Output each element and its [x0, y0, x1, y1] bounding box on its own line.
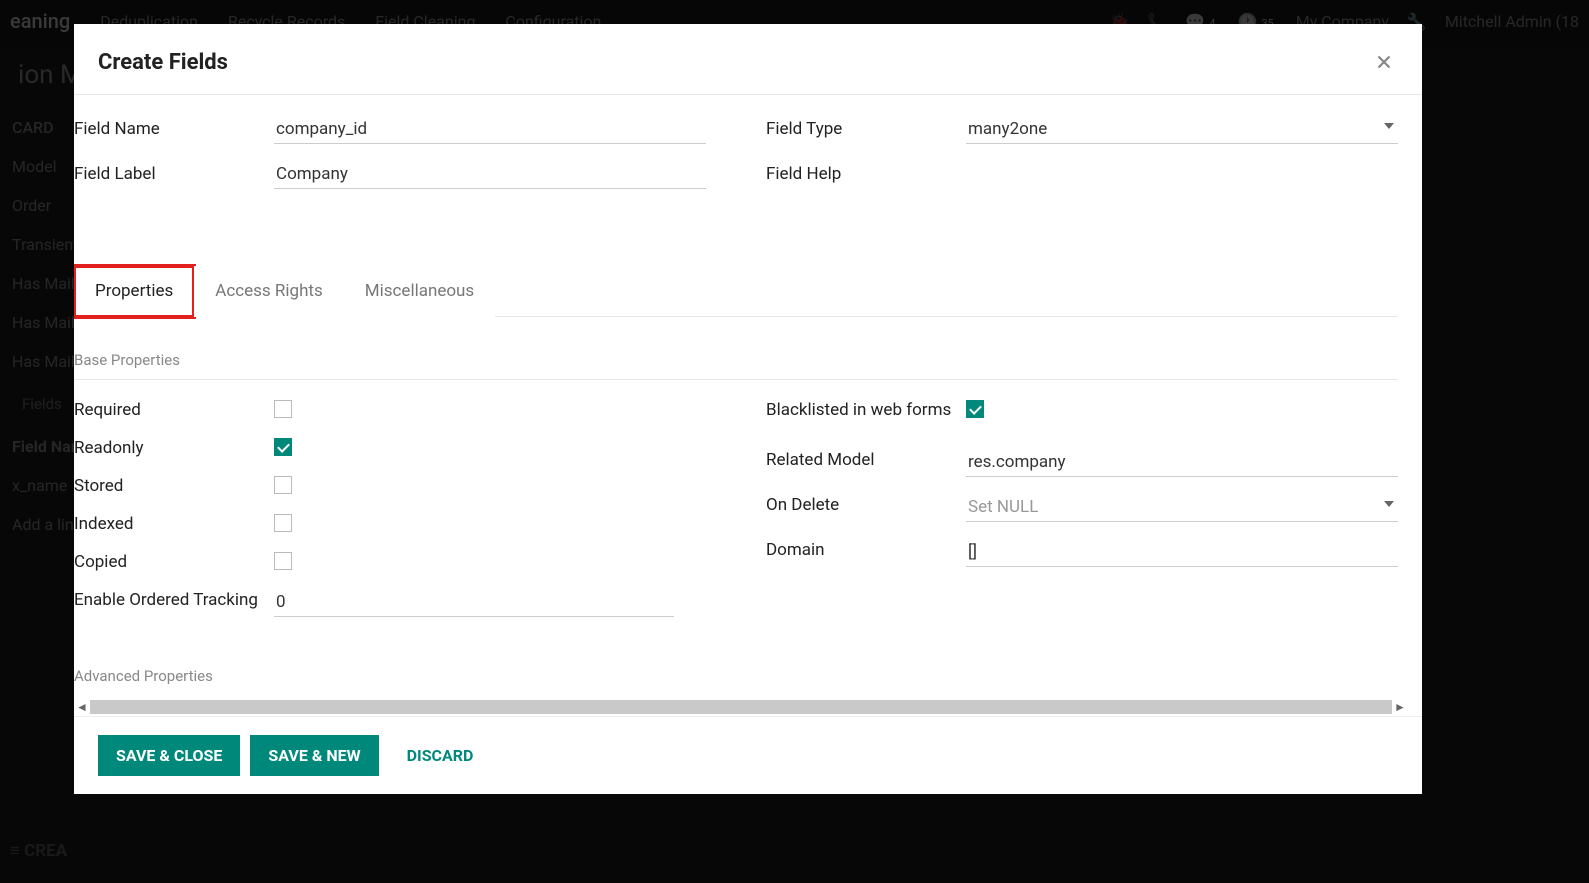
domain-input[interactable] [966, 538, 1398, 567]
on-delete-label: On Delete [766, 493, 966, 515]
save-close-button[interactable]: SAVE & CLOSE [98, 735, 240, 776]
horizontal-scrollbar[interactable]: ◄ ► [74, 698, 1408, 716]
stored-checkbox[interactable] [274, 476, 292, 494]
blacklisted-label: Blacklisted in web forms [766, 398, 966, 420]
modal-body: Field Name Field Label Field Type many2o… [74, 95, 1422, 716]
field-label-input[interactable] [274, 160, 706, 189]
field-name-label: Field Name [74, 115, 274, 139]
create-fields-modal: Create Fields Field Name Field Label Fie… [74, 24, 1422, 794]
field-type-label: Field Type [766, 115, 966, 139]
form-top: Field Name Field Label Field Type many2o… [74, 115, 1398, 205]
base-properties-title: Base Properties [74, 317, 1398, 380]
field-type-value: many2one [966, 115, 1398, 143]
advanced-properties-title: Advanced Properties [74, 633, 1398, 685]
required-checkbox[interactable] [274, 400, 292, 418]
required-label: Required [74, 398, 274, 420]
tab-access-rights[interactable]: Access Rights [194, 266, 344, 317]
stored-label: Stored [74, 474, 274, 496]
blacklisted-checkbox[interactable] [966, 400, 984, 418]
indexed-label: Indexed [74, 512, 274, 534]
tabs: Properties Access Rights Miscellaneous [74, 265, 1398, 317]
readonly-checkbox[interactable] [274, 438, 292, 456]
scroll-right-icon[interactable]: ► [1392, 700, 1408, 714]
field-type-select[interactable]: many2one [966, 115, 1398, 144]
tab-properties[interactable]: Properties [74, 266, 194, 317]
related-model-label: Related Model [766, 448, 966, 470]
tracking-input[interactable] [274, 588, 674, 617]
field-label-label: Field Label [74, 160, 274, 184]
field-name-input[interactable] [274, 115, 706, 144]
indexed-checkbox[interactable] [274, 514, 292, 532]
modal-header: Create Fields [74, 24, 1422, 95]
related-model-input[interactable] [966, 448, 1398, 477]
tracking-label: Enable Ordered Tracking [74, 588, 274, 610]
scroll-track[interactable] [90, 700, 1392, 714]
chevron-down-icon [1384, 501, 1394, 507]
copied-label: Copied [74, 550, 274, 572]
field-help-label: Field Help [766, 160, 966, 184]
save-new-button[interactable]: SAVE & NEW [250, 735, 378, 776]
chevron-down-icon [1384, 123, 1394, 129]
modal-footer: SAVE & CLOSE SAVE & NEW DISCARD [74, 716, 1422, 794]
domain-label: Domain [766, 538, 966, 560]
modal-title: Create Fields [98, 50, 228, 75]
scroll-left-icon[interactable]: ◄ [74, 700, 90, 714]
on-delete-value: Set NULL [966, 493, 1398, 521]
tab-miscellaneous[interactable]: Miscellaneous [344, 266, 495, 317]
discard-button[interactable]: DISCARD [389, 735, 492, 776]
on-delete-select[interactable]: Set NULL [966, 493, 1398, 522]
base-properties-area: Required Readonly Stored Indexed Copied [74, 398, 1398, 633]
readonly-label: Readonly [74, 436, 274, 458]
close-button[interactable] [1370, 48, 1398, 76]
close-icon [1373, 51, 1395, 73]
copied-checkbox[interactable] [274, 552, 292, 570]
